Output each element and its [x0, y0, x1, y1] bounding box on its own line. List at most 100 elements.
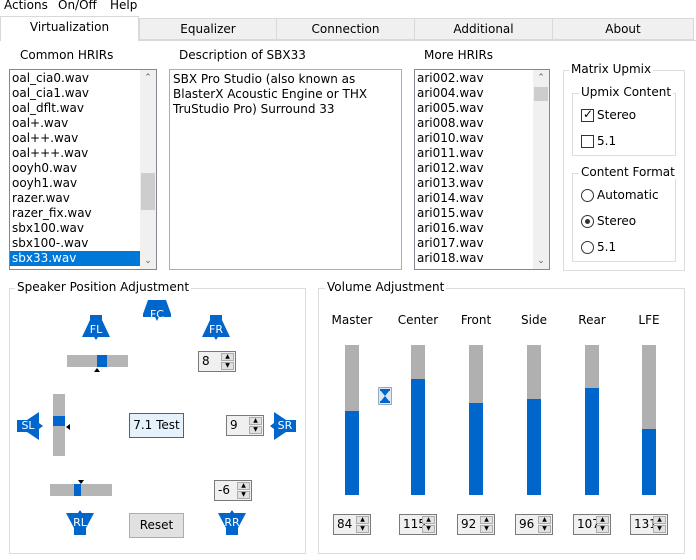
slider-thumb[interactable] [74, 484, 81, 496]
7-1-test-button[interactable]: 7.1 Test [129, 413, 184, 438]
spin-up-icon[interactable]: ▲ [538, 516, 551, 524]
scroll-up-icon[interactable]: ⌃ [140, 70, 156, 86]
volume-slider-master[interactable] [345, 345, 359, 495]
volume-spinner-rear[interactable]: 107 ▲ ▼ [573, 514, 611, 535]
menu-on-off[interactable]: On/Off [58, 0, 97, 12]
list-item[interactable]: oal++.wav [10, 131, 156, 146]
list-item[interactable]: razer_fix.wav [10, 206, 156, 221]
scroll-down-icon[interactable]: ⌄ [140, 253, 156, 269]
scroll-thumb[interactable] [534, 87, 548, 101]
slider-thumb[interactable] [97, 355, 107, 367]
tab-about[interactable]: About [552, 18, 694, 40]
spin-down-icon[interactable]: ▼ [538, 525, 551, 533]
list-item[interactable]: oal_dflt.wav [10, 101, 156, 116]
spin-up-icon[interactable]: ▲ [596, 516, 609, 524]
list-item[interactable]: ari017.wav [415, 236, 549, 251]
spin-up-icon[interactable]: ▲ [237, 482, 250, 490]
spin-down-icon[interactable]: ▼ [249, 426, 262, 434]
reset-button[interactable]: Reset [129, 513, 184, 538]
stereo-checkbox[interactable]: ✓ [581, 107, 594, 122]
spin-down-icon[interactable]: ▼ [422, 525, 435, 533]
list-item[interactable]: ooyh0.wav [10, 161, 156, 176]
more-hrirs-list[interactable]: ari002.wav ari004.wav ari005.wav ari008.wav… [414, 69, 550, 270]
more-hrirs-scrollbar[interactable]: ⌃ ⌄ [533, 70, 549, 269]
list-item[interactable]: ari005.wav [415, 101, 549, 116]
stereo-radio[interactable] [581, 215, 594, 228]
speaker-fc-icon[interactable]: FC [143, 300, 171, 325]
spin-down-icon[interactable]: ▼ [221, 362, 234, 370]
5-1-radio[interactable] [581, 241, 594, 254]
side-angle-slider[interactable] [53, 394, 65, 456]
volume-spinner-front[interactable]: 92 ▲ ▼ [457, 514, 495, 535]
spin-down-icon[interactable]: ▼ [596, 525, 609, 533]
spin-down-icon[interactable]: ▼ [480, 525, 493, 533]
tab-virtualization[interactable]: Virtualization [0, 16, 139, 41]
list-item[interactable]: sbx100-.wav [10, 236, 156, 251]
list-item[interactable]: ari018.wav [415, 251, 549, 266]
list-item[interactable]: sbx100.wav [10, 221, 156, 236]
volume-spinner-lfe[interactable]: 131 ▲ ▼ [630, 514, 668, 535]
list-item[interactable]: ari004.wav [415, 86, 549, 101]
rear-angle-slider[interactable] [50, 484, 112, 496]
list-item[interactable]: ari010.wav [415, 131, 549, 146]
list-item[interactable]: ari012.wav [415, 161, 549, 176]
scroll-up-icon[interactable]: ⌃ [533, 70, 549, 86]
speaker-fl-icon[interactable]: FL [82, 315, 110, 340]
speaker-sl-icon[interactable]: SL [17, 412, 43, 440]
menu-actions[interactable]: Actions [4, 0, 48, 12]
list-item[interactable]: oal+.wav [10, 116, 156, 131]
volume-spinner-side[interactable]: 96 ▲ ▼ [515, 514, 553, 535]
spin-up-icon[interactable]: ▲ [249, 417, 262, 425]
rear-angle-spinner[interactable]: -6 ▲ ▼ [214, 480, 252, 501]
list-item[interactable]: ari014.wav [415, 191, 549, 206]
spin-up-icon[interactable]: ▲ [480, 516, 493, 524]
list-item[interactable]: oal_cia0.wav [10, 71, 156, 86]
spin-up-icon[interactable]: ▲ [653, 516, 666, 524]
matrix-upmix-title: Matrix Upmix [569, 62, 654, 76]
5-1-checkbox[interactable] [581, 135, 594, 148]
tab-connection[interactable]: Connection [276, 18, 415, 40]
speaker-sr-icon[interactable]: SR [270, 412, 296, 440]
slider-thumb[interactable] [53, 416, 65, 426]
list-item[interactable]: ari002.wav [415, 71, 549, 86]
list-item[interactable]: sbx33.wav [10, 251, 156, 266]
spin-up-icon[interactable]: ▲ [356, 516, 369, 524]
list-item[interactable]: oal_cia1.wav [10, 86, 156, 101]
list-item[interactable]: ari013.wav [415, 176, 549, 191]
front-angle-slider[interactable] [67, 355, 128, 367]
list-item[interactable]: oal+++.wav [10, 146, 156, 161]
volume-level-fill [469, 403, 483, 495]
menu-help[interactable]: Help [110, 0, 137, 12]
volume-slider-front[interactable] [469, 345, 483, 495]
list-item[interactable]: ooyh1.wav [10, 176, 156, 191]
volume-slider-rear[interactable] [585, 345, 599, 495]
speaker-rr-icon[interactable]: RR [218, 510, 246, 535]
tab-equalizer[interactable]: Equalizer [139, 18, 277, 40]
speaker-rl-icon[interactable]: RL [66, 510, 94, 535]
list-item[interactable]: ari016.wav [415, 221, 549, 236]
spin-down-icon[interactable]: ▼ [237, 491, 250, 499]
list-item[interactable]: ari015.wav [415, 206, 549, 221]
speaker-fr-icon[interactable]: FR [202, 315, 230, 340]
scroll-down-icon[interactable]: ⌄ [533, 253, 549, 269]
common-hrirs-scrollbar[interactable]: ⌃ ⌄ [140, 70, 156, 269]
side-angle-spinner[interactable]: 9 ▲ ▼ [226, 415, 264, 436]
front-angle-spinner[interactable]: 8 ▲ ▼ [198, 351, 236, 372]
list-item[interactable]: razer.wav [10, 191, 156, 206]
spin-up-icon[interactable]: ▲ [422, 516, 435, 524]
volume-spinner-center[interactable]: 115 ▲ ▼ [399, 514, 437, 535]
tab-additional[interactable]: Additional [414, 18, 553, 40]
volume-slider-lfe[interactable] [642, 345, 656, 495]
automatic-radio[interactable] [581, 189, 594, 202]
spin-up-icon[interactable]: ▲ [221, 353, 234, 361]
volume-slider-side[interactable] [527, 345, 541, 495]
list-item[interactable]: ari011.wav [415, 146, 549, 161]
spin-down-icon[interactable]: ▼ [356, 525, 369, 533]
volume-spinner-master[interactable]: 84 ▲ ▼ [333, 514, 371, 535]
list-item[interactable]: ari008.wav [415, 116, 549, 131]
common-hrirs-list[interactable]: oal_cia0.wav oal_cia1.wav oal_dflt.wav oal+… [9, 69, 157, 270]
volume-slider-center[interactable] [411, 345, 425, 495]
spin-down-icon[interactable]: ▼ [653, 525, 666, 533]
scroll-thumb[interactable] [141, 173, 155, 210]
link-channels-toggle[interactable] [378, 387, 392, 405]
